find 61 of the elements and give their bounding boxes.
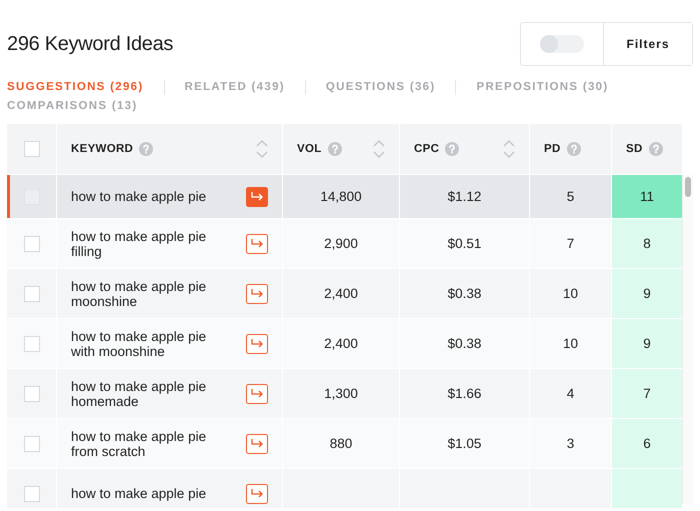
toggle-switch[interactable] bbox=[540, 35, 584, 53]
cpc-cell: $1.05 bbox=[448, 436, 482, 451]
keyword-cell-text: how to make apple pie bbox=[71, 189, 208, 204]
checkbox[interactable] bbox=[24, 336, 40, 352]
checkbox[interactable] bbox=[24, 386, 40, 402]
volume-cell: 1,300 bbox=[324, 386, 358, 401]
checkbox[interactable] bbox=[24, 486, 40, 502]
sort-icon[interactable] bbox=[503, 140, 515, 158]
keyword-cell-text: how to make apple pie homemade bbox=[71, 378, 208, 408]
keyword-cell-text: how to make apple pie with moonshine bbox=[71, 328, 208, 358]
column-header: PD bbox=[544, 143, 561, 155]
sd-cell: 7 bbox=[612, 368, 683, 418]
cpc-cell: $1.12 bbox=[448, 189, 482, 204]
cpc-cell: $0.38 bbox=[448, 286, 482, 301]
scrollbar[interactable] bbox=[682, 175, 693, 504]
column-header: SD bbox=[626, 143, 643, 155]
sd-cell: 6 bbox=[612, 418, 683, 468]
help-icon[interactable] bbox=[648, 142, 663, 156]
pd-cell: 3 bbox=[566, 436, 574, 451]
checkbox[interactable] bbox=[24, 141, 40, 157]
pd-cell: 10 bbox=[562, 336, 578, 351]
volume-cell: 2,900 bbox=[324, 236, 358, 251]
volume-cell: 14,800 bbox=[320, 189, 362, 204]
pd-cell: 10 bbox=[562, 286, 578, 301]
keyword-cell-text: how to make apple pie from scratch bbox=[71, 428, 208, 458]
cpc-cell: $1.66 bbox=[448, 386, 482, 401]
checkbox[interactable] bbox=[24, 436, 40, 452]
column-header: CPC bbox=[414, 143, 440, 155]
column-header: VOL bbox=[297, 143, 322, 155]
pd-cell: 7 bbox=[566, 236, 574, 251]
table-row[interactable]: how to make apple pie filling 2,900 $0.51 7 8 bbox=[7, 218, 683, 268]
sd-cell: 8 bbox=[612, 218, 683, 268]
keyword-cell-text: how to make apple pie moonshine bbox=[71, 278, 208, 308]
sd-cell: 11 bbox=[612, 174, 683, 218]
help-icon[interactable] bbox=[328, 142, 342, 156]
sort-icon[interactable] bbox=[256, 140, 268, 158]
keyword-cell-text: how to make apple pie bbox=[71, 486, 208, 501]
table-row[interactable]: how to make apple pie 14,800 $1.12 5 11 bbox=[7, 174, 683, 218]
help-icon[interactable] bbox=[566, 142, 581, 156]
volume-cell: 880 bbox=[330, 436, 352, 451]
help-icon[interactable] bbox=[445, 142, 460, 156]
table-row[interactable]: how to make apple pie from scratch 880 $1.05 3 6 bbox=[7, 418, 683, 468]
sd-cell: 9 bbox=[612, 318, 683, 368]
table-row[interactable]: how to make apple pie moonshine 2,400 $0.38 10 9 bbox=[7, 268, 683, 318]
pd-cell: 4 bbox=[566, 386, 574, 401]
keyword-cell-text: how to make apple pie filling bbox=[71, 228, 208, 258]
table-row[interactable]: how to make apple pie bbox=[7, 468, 683, 508]
cpc-cell: $0.38 bbox=[448, 336, 482, 351]
cpc-cell: $0.51 bbox=[448, 236, 482, 251]
sort-icon[interactable] bbox=[373, 140, 385, 158]
pd-cell: 5 bbox=[566, 189, 574, 204]
volume-cell: 2,400 bbox=[324, 336, 358, 351]
help-icon[interactable] bbox=[139, 142, 154, 156]
volume-cell: 2,400 bbox=[324, 286, 358, 301]
table-row[interactable]: how to make apple pie homemade 1,300 $1.66 4 7 bbox=[7, 368, 683, 418]
sd-cell: 9 bbox=[612, 268, 683, 318]
checkbox[interactable] bbox=[24, 286, 40, 302]
table-row[interactable]: how to make apple pie with moonshine 2,400 $0.38 10 9 bbox=[7, 318, 683, 368]
column-header: KEYWORD bbox=[71, 143, 134, 155]
page-title: 296 Keyword Ideas bbox=[7, 32, 174, 56]
checkbox[interactable] bbox=[24, 236, 40, 252]
